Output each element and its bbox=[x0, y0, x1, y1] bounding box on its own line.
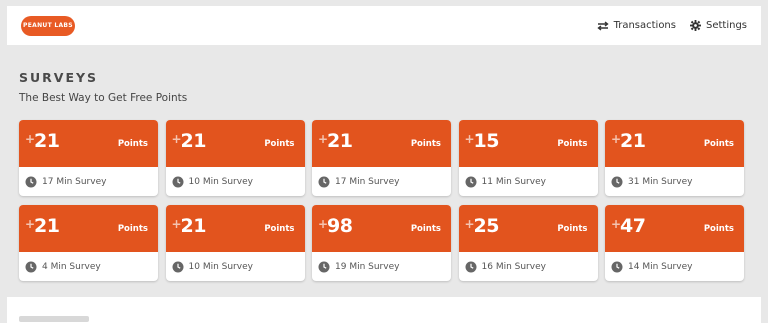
points-value: 21 bbox=[327, 130, 353, 152]
nav-settings-label: Settings bbox=[705, 20, 747, 31]
survey-duration: 31 Min Survey bbox=[628, 176, 693, 187]
survey-duration: 14 Min Survey bbox=[628, 261, 693, 272]
survey-card-header: + 21 Points bbox=[165, 205, 305, 252]
points-label: Points bbox=[264, 139, 295, 149]
survey-duration: 17 Min Survey bbox=[42, 176, 107, 187]
survey-card-footer: 10 Min Survey bbox=[166, 252, 305, 281]
clock-icon bbox=[318, 176, 330, 187]
clock-icon bbox=[318, 261, 330, 272]
survey-duration: 17 Min Survey bbox=[335, 176, 400, 187]
peanut-labs-logo[interactable]: PEANUT LABS bbox=[21, 15, 75, 36]
survey-duration: 10 Min Survey bbox=[188, 261, 253, 272]
gear-icon bbox=[689, 20, 701, 31]
survey-card-footer: 14 Min Survey bbox=[605, 252, 744, 281]
clock-icon bbox=[465, 261, 476, 272]
survey-duration: 4 Min Survey bbox=[42, 261, 101, 272]
points-label: Points bbox=[557, 139, 588, 149]
survey-card[interactable]: + 47 Points 14 Min Survey bbox=[605, 205, 744, 281]
points-label: Points bbox=[117, 224, 148, 234]
nav-transactions[interactable]: Transactions bbox=[596, 20, 676, 31]
points-value: 47 bbox=[620, 215, 646, 237]
survey-duration: 11 Min Survey bbox=[481, 176, 546, 187]
points-label: Points bbox=[703, 139, 734, 149]
survey-card-header: + 98 Points bbox=[312, 205, 451, 252]
clock-icon bbox=[25, 176, 37, 187]
points-label: Points bbox=[703, 224, 734, 234]
points-value: 21 bbox=[620, 130, 646, 152]
survey-card-header: + 47 Points bbox=[605, 205, 744, 252]
survey-duration: 16 Min Survey bbox=[481, 261, 546, 272]
survey-duration: 19 Min Survey bbox=[335, 261, 400, 272]
clock-icon bbox=[172, 261, 183, 272]
section-title: SURVEYS bbox=[19, 70, 99, 85]
clock-icon bbox=[172, 176, 183, 187]
survey-card-header: + 21 Points bbox=[605, 120, 744, 167]
survey-card-footer: 17 Min Survey bbox=[312, 167, 451, 196]
points-label: Points bbox=[410, 224, 441, 234]
points-label: Points bbox=[117, 139, 148, 149]
survey-card-footer: 19 Min Survey bbox=[312, 252, 451, 281]
next-section-heading-placeholder bbox=[19, 316, 89, 322]
survey-card-footer: 4 Min Survey bbox=[19, 252, 158, 281]
section-subtitle: The Best Way to Get Free Points bbox=[19, 92, 188, 104]
clock-icon bbox=[611, 261, 623, 272]
survey-card-footer: 10 Min Survey bbox=[166, 167, 305, 196]
surveys-section: SURVEYS The Best Way to Get Free Points … bbox=[7, 45, 761, 295]
clock-icon bbox=[465, 176, 476, 187]
survey-card-footer: 17 Min Survey bbox=[19, 167, 158, 196]
survey-card[interactable]: + 15 Points 11 Min Survey bbox=[458, 120, 598, 196]
points-label: Points bbox=[264, 224, 295, 234]
survey-card[interactable]: + 21 Points 4 Min Survey bbox=[19, 205, 158, 281]
survey-card[interactable]: + 21 Points 10 Min Survey bbox=[165, 205, 305, 281]
points-value: 25 bbox=[473, 215, 500, 237]
nav-settings[interactable]: Settings bbox=[689, 20, 747, 31]
survey-card-footer: 16 Min Survey bbox=[459, 252, 598, 281]
survey-card-footer: 31 Min Survey bbox=[605, 167, 744, 196]
survey-card-header: + 21 Points bbox=[312, 120, 451, 167]
points-label: Points bbox=[557, 224, 588, 234]
points-value: 21 bbox=[180, 130, 207, 152]
top-bar: PEANUT LABS Transactions Settings bbox=[7, 6, 761, 45]
survey-card-header: + 21 Points bbox=[19, 205, 158, 252]
survey-card[interactable]: + 21 Points 10 Min Survey bbox=[165, 120, 305, 196]
survey-card-header: + 21 Points bbox=[19, 120, 158, 167]
points-value: 15 bbox=[473, 130, 500, 152]
survey-duration: 10 Min Survey bbox=[188, 176, 253, 187]
survey-card[interactable]: + 21 Points 17 Min Survey bbox=[19, 120, 158, 196]
survey-card-header: + 21 Points bbox=[165, 120, 305, 167]
survey-card[interactable]: + 21 Points 17 Min Survey bbox=[312, 120, 451, 196]
nav-transactions-label: Transactions bbox=[613, 20, 676, 31]
points-value: 21 bbox=[34, 215, 60, 237]
clock-icon bbox=[25, 261, 37, 272]
points-value: 21 bbox=[34, 130, 60, 152]
next-section-panel bbox=[7, 297, 761, 323]
survey-card[interactable]: + 25 Points 16 Min Survey bbox=[458, 205, 598, 281]
points-value: 21 bbox=[180, 215, 207, 237]
survey-card[interactable]: + 98 Points 19 Min Survey bbox=[312, 205, 451, 281]
clock-icon bbox=[611, 176, 623, 187]
survey-card[interactable]: + 21 Points 31 Min Survey bbox=[605, 120, 744, 196]
survey-grid: + 21 Points 17 Min Survey + 21 Points 10… bbox=[19, 120, 744, 281]
transfer-arrows-icon bbox=[596, 20, 609, 31]
survey-card-header: + 25 Points bbox=[458, 205, 598, 252]
points-label: Points bbox=[410, 139, 441, 149]
survey-card-footer: 11 Min Survey bbox=[459, 167, 598, 196]
top-nav: Transactions Settings bbox=[596, 20, 747, 31]
survey-card-header: + 15 Points bbox=[458, 120, 598, 167]
points-value: 98 bbox=[327, 215, 353, 237]
